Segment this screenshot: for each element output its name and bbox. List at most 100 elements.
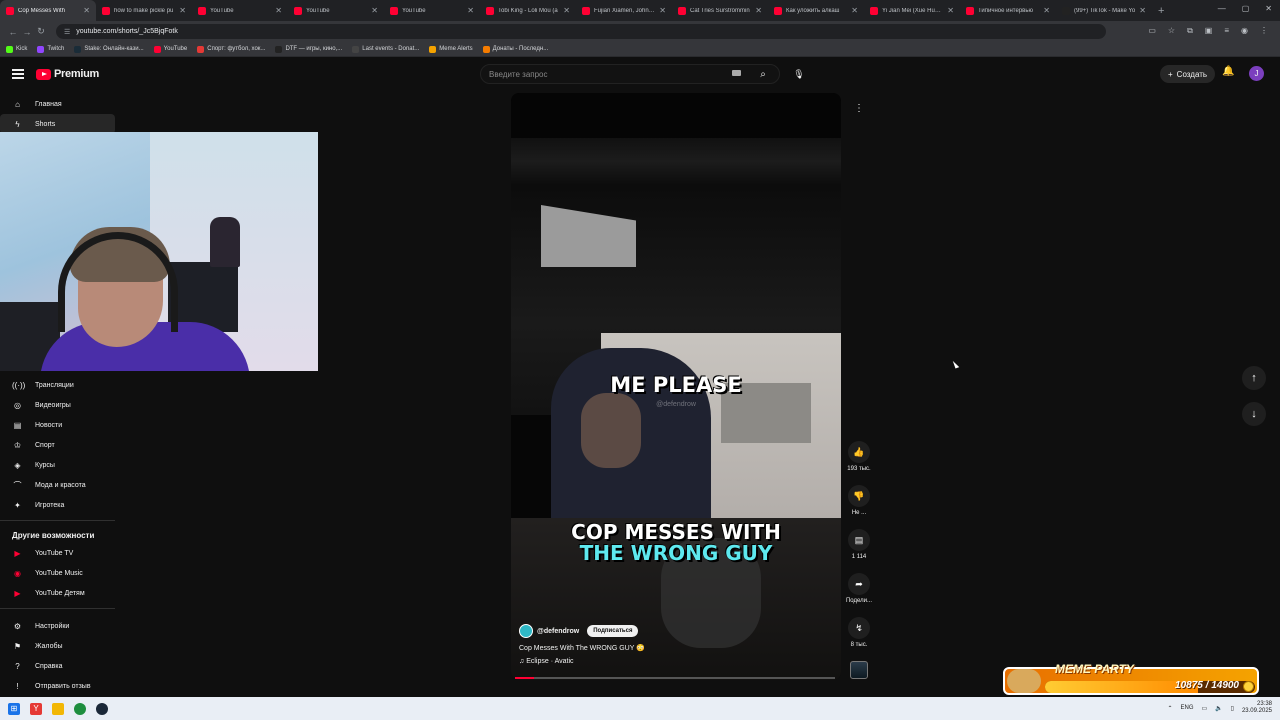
site-info-icon[interactable]: ☰ (64, 28, 70, 36)
browser-tab[interactable]: how to make pickle pu ✕ (96, 0, 192, 21)
subscribe-button[interactable]: Подписаться (587, 625, 639, 637)
like-action[interactable]: 👍 193 тыс. (843, 441, 875, 472)
sound-thumbnail[interactable] (843, 661, 875, 679)
network-icon[interactable]: ▭ (1202, 705, 1208, 712)
split-view-icon[interactable]: ▣ (1205, 26, 1213, 36)
channel-avatar[interactable] (519, 624, 533, 638)
sidebar-item[interactable]: ⚑ Жалобы (0, 636, 115, 656)
browser-tab[interactable]: Типичное интервью ✕ (960, 0, 1056, 21)
sidebar-item[interactable]: ◉ YouTube Music (0, 563, 115, 583)
avatar[interactable]: J (1249, 66, 1264, 81)
back-icon[interactable]: ← (6, 27, 20, 37)
remix-icon[interactable]: ↯ (848, 617, 870, 639)
browser-tab[interactable]: YouTube ✕ (384, 0, 480, 21)
sidebar-item[interactable]: ▶ YouTube Детям (0, 583, 115, 603)
url-field[interactable]: ☰ youtube.com/shorts/_Jc5BjqFotk (56, 24, 1106, 39)
video-progress-bar[interactable] (515, 677, 835, 679)
bookmark-item[interactable]: Twitch (37, 45, 64, 53)
browser-tab[interactable]: Fujian Xiamen, John Pr ✕ (576, 0, 672, 21)
volume-icon[interactable]: 🔈 (1215, 705, 1222, 712)
tab-close-icon[interactable]: ✕ (755, 6, 762, 15)
video-music[interactable]: ♫ Eclipse · Avatic (519, 658, 574, 665)
youtube-logo[interactable]: Premium (36, 68, 99, 80)
sidebar-item[interactable]: ϟ Shorts (0, 114, 115, 134)
dislike-action[interactable]: 👎 Не ... (843, 485, 875, 516)
bookmark-item[interactable]: DTF — игры, кино,... (275, 45, 342, 53)
tray-chevron-icon[interactable]: ⌃ (1167, 705, 1172, 712)
browser-tab[interactable]: Как уложить алкаш ✕ (768, 0, 864, 21)
tab-close-icon[interactable]: ✕ (1043, 6, 1050, 15)
language-indicator[interactable]: ENG (1180, 705, 1193, 711)
bookmark-item[interactable]: YouTube (153, 45, 187, 53)
yandex-browser-icon[interactable]: Y (30, 702, 42, 715)
comments-action[interactable]: ▤ 1 114 (843, 529, 875, 560)
sidebar-item[interactable]: ◈ Курсы (0, 455, 115, 475)
sidebar-item[interactable]: ✦ Игротека (0, 495, 115, 515)
reload-icon[interactable]: ↻ (34, 26, 48, 37)
sidebar-item[interactable]: ? Справка (0, 656, 115, 676)
tab-close-icon[interactable]: ✕ (947, 6, 954, 15)
tab-close-icon[interactable]: ✕ (563, 6, 570, 15)
microphone-icon[interactable]: 🎙 (790, 65, 808, 83)
tab-close-icon[interactable]: ✕ (659, 6, 666, 15)
video-title[interactable]: Cop Messes With The WRONG GUY 😳 (519, 644, 645, 652)
sound-thumbnail-image[interactable] (850, 661, 868, 679)
steam-icon[interactable] (96, 702, 108, 715)
thumbs-up-icon[interactable]: 👍 (848, 441, 870, 463)
install-icon[interactable]: ▭ (1148, 26, 1156, 36)
tab-close-icon[interactable]: ✕ (179, 6, 186, 15)
sidebar-item[interactable]: ⌂ Главная (0, 94, 115, 114)
tab-close-icon[interactable]: ✕ (467, 6, 474, 15)
sidebar-item[interactable]: ! Отправить отзыв (0, 676, 115, 696)
menu-icon[interactable] (12, 69, 24, 79)
bookmark-item[interactable]: Донаты - Последн... (482, 45, 548, 53)
bookmark-item[interactable]: Спорт: футбол, хок... (197, 45, 265, 53)
share-action[interactable]: ➦ Подели... (843, 573, 875, 604)
windows-start-icon[interactable]: ⊞ (8, 702, 20, 715)
arrow-up-icon[interactable]: ↑ (1242, 366, 1266, 390)
bookmark-item[interactable]: Meme Alerts (429, 45, 473, 53)
extensions-icon[interactable]: ⧉ (1187, 26, 1193, 36)
tab-close-icon[interactable]: ✕ (371, 6, 378, 15)
sidebar-item[interactable]: ⌒ Мода и красота (0, 475, 115, 495)
battery-icon[interactable]: ▯ (1231, 705, 1234, 712)
sidebar-item[interactable]: ▶ YouTube TV (0, 543, 115, 563)
maximize-icon[interactable]: ▢ (1242, 4, 1250, 13)
sidebar-item[interactable]: ⚙ Настройки (0, 616, 115, 636)
profile-icon[interactable]: ◉ (1241, 26, 1248, 36)
browser-tab[interactable]: YouTube ✕ (192, 0, 288, 21)
browser-tab[interactable]: Yi Jian Mei (Xue Hua P ✕ (864, 0, 960, 21)
new-tab-icon[interactable]: + (1158, 5, 1164, 17)
close-icon[interactable]: ✕ (1265, 4, 1272, 13)
search-icon[interactable]: ⌕ (747, 65, 779, 83)
bookmark-item[interactable]: Last events - Donat... (352, 45, 419, 53)
create-button[interactable]: + Создать (1160, 65, 1216, 83)
bookmark-star-icon[interactable]: ☆ (1168, 26, 1175, 36)
keyboard-icon[interactable] (732, 70, 741, 76)
browser-tab[interactable]: Cat Tries Surströmmin ✕ (672, 0, 768, 21)
browser-tab[interactable]: (99+) TikTok - Make Yo ✕ (1056, 0, 1152, 21)
tab-close-icon[interactable]: ✕ (851, 6, 858, 15)
bookmark-item[interactable]: Stake: Онлайн-кази... (74, 45, 144, 53)
search-input[interactable]: Введите запрос ⌕ (480, 64, 780, 84)
sidebar-item[interactable]: ▤ Новости (0, 415, 115, 435)
downloads-icon[interactable]: ≡ (1224, 26, 1229, 36)
sidebar-item[interactable]: ◎ Видеоигры (0, 395, 115, 415)
forward-icon[interactable]: → (20, 27, 34, 37)
share-icon[interactable]: ➦ (848, 573, 870, 595)
chrome-icon[interactable] (74, 702, 86, 715)
more-options-icon[interactable]: ⋮ (851, 103, 867, 119)
file-explorer-icon[interactable] (52, 702, 64, 715)
clock[interactable]: 23:38 23.09.2025 (1242, 701, 1272, 715)
tab-close-icon[interactable]: ✕ (83, 6, 90, 15)
sidebar-item[interactable]: ♔ Спорт (0, 435, 115, 455)
arrow-down-icon[interactable]: ↓ (1242, 402, 1266, 426)
notifications-bell-icon[interactable]: 🔔 (1222, 66, 1234, 77)
channel-name[interactable]: @defendrow (537, 628, 579, 635)
sidebar-item[interactable]: ((·)) Трансляции (0, 375, 115, 395)
tab-close-icon[interactable]: ✕ (275, 6, 282, 15)
remix-action[interactable]: ↯ 8 тыс. (843, 617, 875, 648)
browser-tab[interactable]: Cop Messes With ✕ (0, 0, 96, 21)
bookmark-item[interactable]: Kick (6, 45, 27, 53)
menu-icon[interactable]: ⋮ (1260, 26, 1268, 36)
